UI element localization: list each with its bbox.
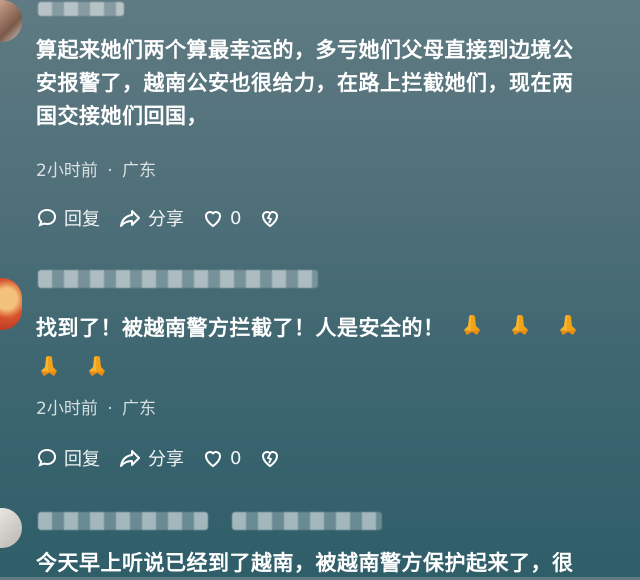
username-blurred[interactable] <box>38 512 208 530</box>
username-blurred[interactable] <box>38 2 124 16</box>
share-arrow-icon <box>120 450 140 467</box>
timestamp: 2小时前 <box>36 161 98 181</box>
avatar[interactable] <box>0 0 22 42</box>
comment-text: 找到了！被越南警方拦截了！人是安全的！ <box>36 312 632 388</box>
reply-label: 回复 <box>64 209 100 230</box>
share-button[interactable]: 分享 <box>118 205 184 231</box>
avatar[interactable] <box>0 278 22 330</box>
broken-heart-icon <box>262 451 279 468</box>
reply-label: 回复 <box>64 449 100 470</box>
comment-line <box>36 353 632 388</box>
praying-hands-icon <box>555 313 581 347</box>
praying-hands-icon <box>84 354 110 388</box>
avatar[interactable] <box>0 508 22 548</box>
comment-meta: 2小时前 · 广东 <box>36 394 156 419</box>
reply-button[interactable]: 回复 <box>36 205 100 231</box>
broken-heart-icon <box>262 211 279 228</box>
heart-icon <box>204 211 222 228</box>
like-button[interactable]: 0 <box>202 447 241 469</box>
timestamp: 2小时前 <box>36 399 98 419</box>
praying-hands-icon <box>507 313 533 347</box>
comment-text: 今天早上听说已经到了越南，被越南警方保护起来了，很 <box>36 547 632 580</box>
dislike-button[interactable] <box>259 447 287 469</box>
reply-button[interactable]: 回复 <box>36 445 100 471</box>
dislike-button[interactable] <box>259 207 287 229</box>
comment-text: 算起来她们两个算最幸运的，多亏她们父母直接到边境公 安报警了，越南公安也很给力，… <box>36 34 632 133</box>
heart-icon <box>204 451 222 468</box>
location: 广东 <box>122 399 157 419</box>
share-label: 分享 <box>148 209 184 230</box>
comment-line: 算起来她们两个算最幸运的，多亏她们父母直接到边境公 <box>36 38 574 62</box>
share-label: 分享 <box>148 449 184 470</box>
comment-actions: 回复 分享 0 <box>36 445 305 471</box>
comment-line: 找到了！被越南警方拦截了！人是安全的！ <box>36 312 632 347</box>
like-count: 0 <box>230 207 242 229</box>
reply-bubble-icon <box>37 208 57 227</box>
reply-bubble-icon <box>37 448 57 467</box>
username-blurred[interactable] <box>38 270 318 288</box>
comment-line: 安报警了，越南公安也很给力，在路上拦截她们，现在两 <box>36 71 574 95</box>
comment-actions: 回复 分享 0 <box>36 205 305 231</box>
like-count: 0 <box>230 447 242 469</box>
location: 广东 <box>122 161 157 181</box>
praying-hands-icon <box>36 354 62 388</box>
praying-hands-icon <box>459 313 485 347</box>
comment-line: 国交接她们回国， <box>36 104 208 128</box>
meta-separator: · <box>107 399 113 419</box>
username-blurred[interactable] <box>232 512 382 530</box>
meta-separator: · <box>107 161 113 181</box>
comment-line-text: 找到了！被越南警方拦截了！人是安全的！ <box>36 316 445 340</box>
like-button[interactable]: 0 <box>202 207 241 229</box>
comment-meta: 2小时前 · 广东 <box>36 156 156 181</box>
comment-line: 今天早上听说已经到了越南，被越南警方保护起来了，很 <box>36 551 574 575</box>
share-button[interactable]: 分享 <box>118 445 184 471</box>
share-arrow-icon <box>120 210 140 227</box>
